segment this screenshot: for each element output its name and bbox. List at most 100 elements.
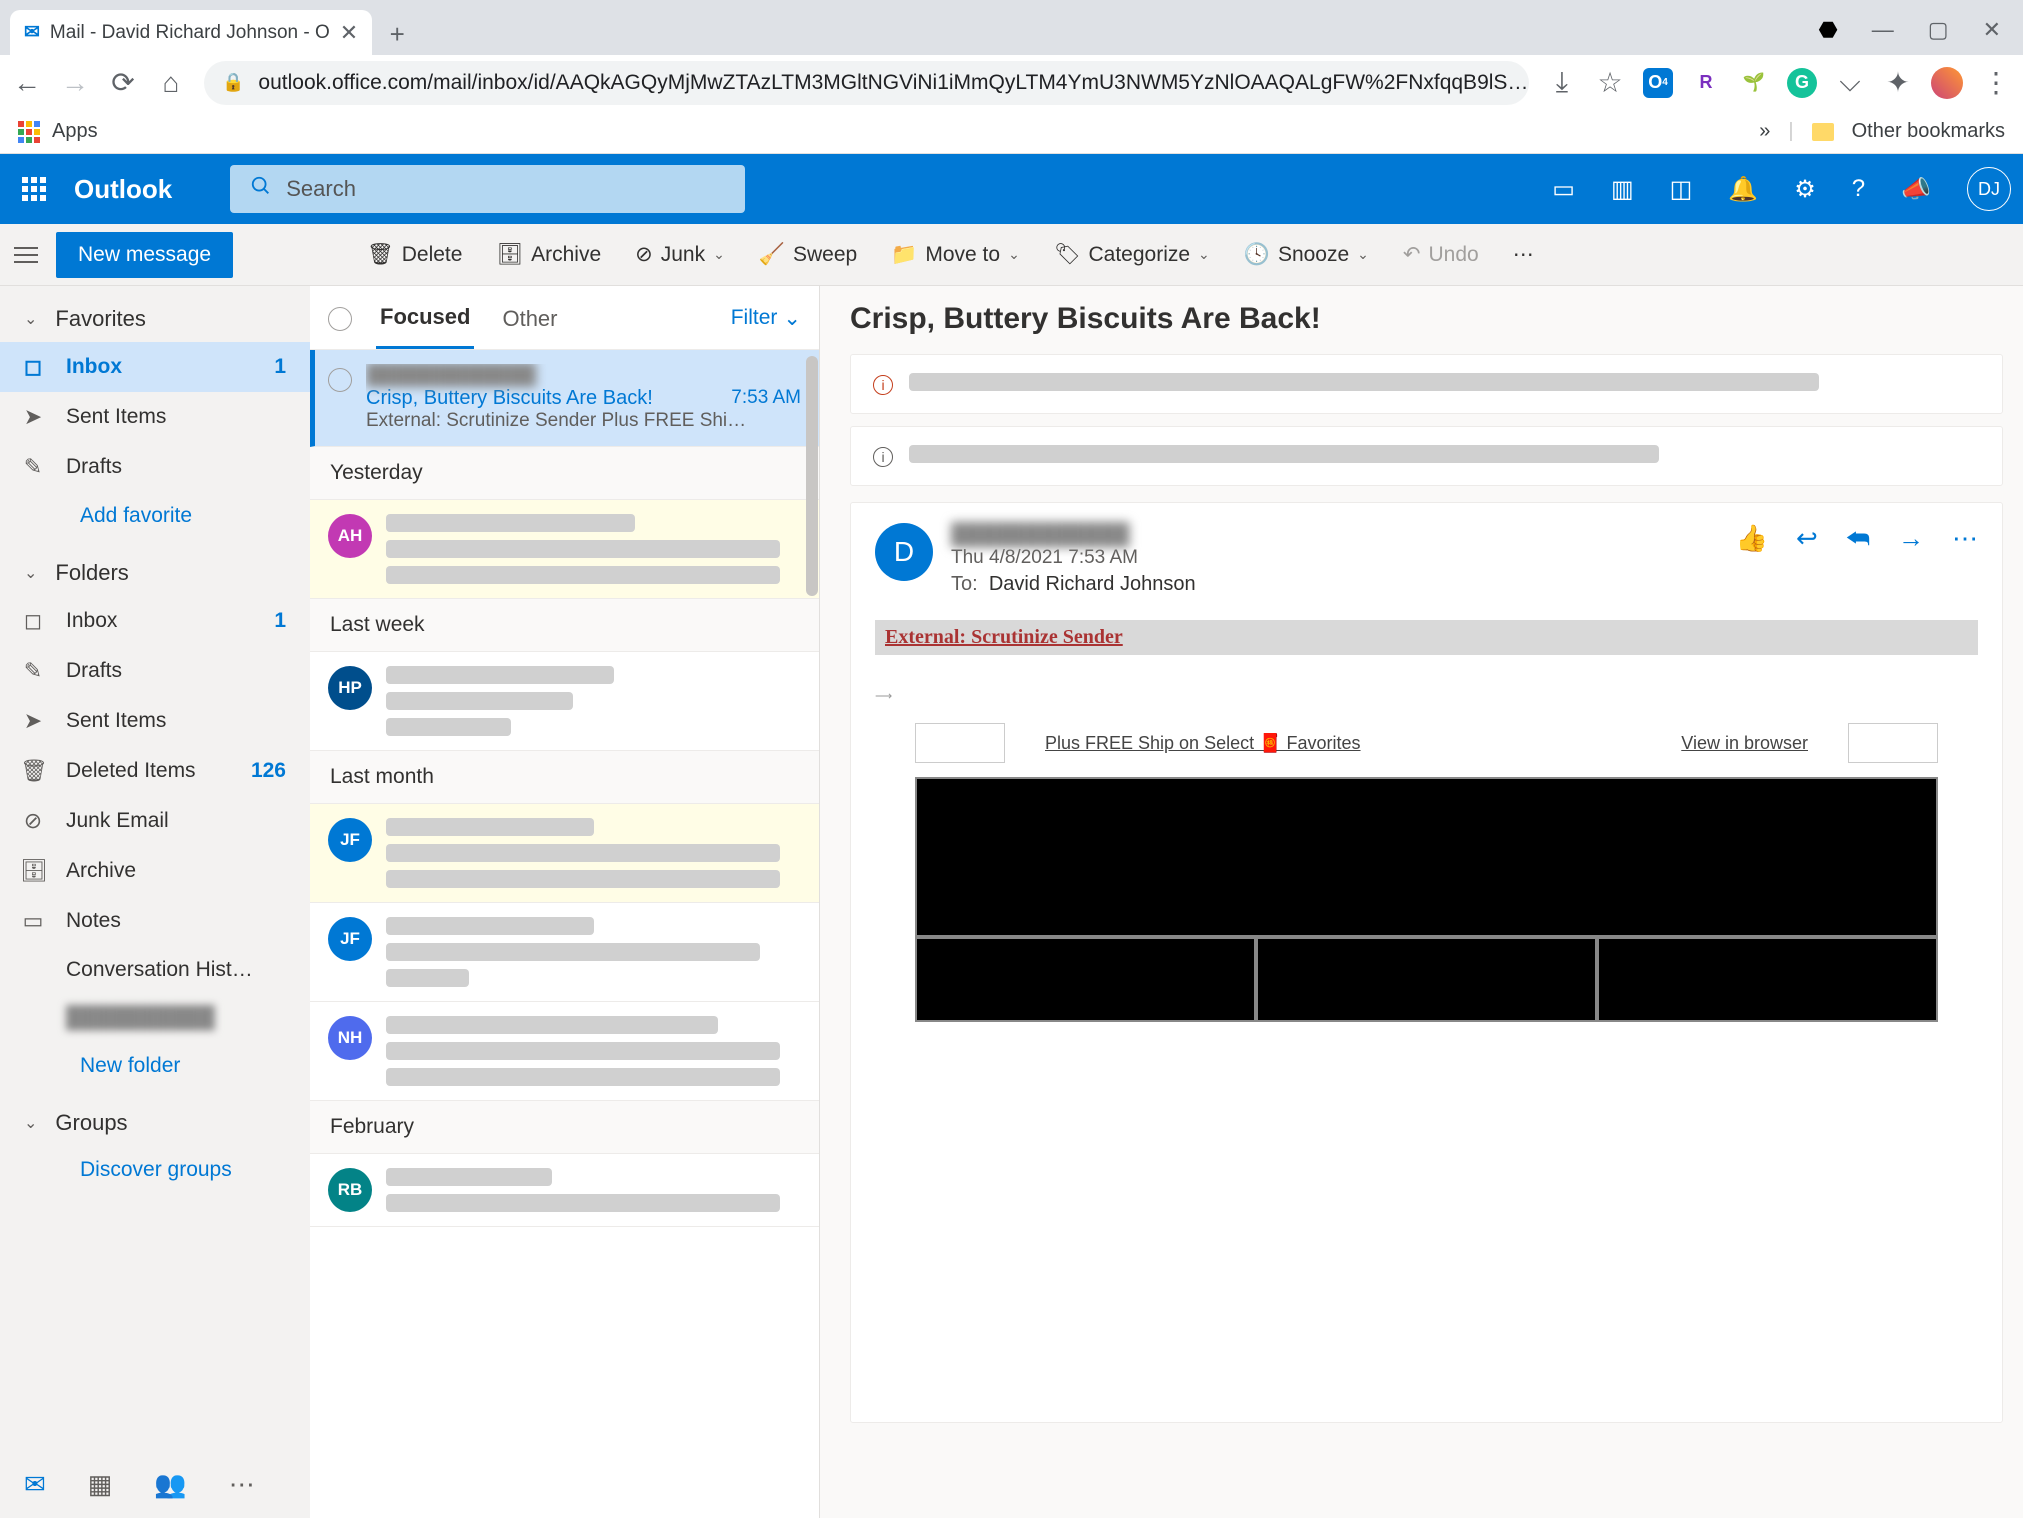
nav-conversation-history[interactable]: Conversation Hist… (0, 946, 310, 994)
new-folder-link[interactable]: New folder (0, 1042, 310, 1090)
junk-button[interactable]: ⊘Junk⌄ (627, 242, 733, 267)
preheader-link-1[interactable]: Plus FREE Ship on Select 🧧 Favorites (1045, 733, 1361, 754)
more-modules-icon[interactable]: ⋯ (229, 1469, 255, 1500)
browser-tab[interactable]: ✉ Mail - David Richard Johnson - O ✕ (10, 10, 372, 55)
message-item[interactable]: AH (310, 500, 819, 599)
ext-puzzle-icon[interactable]: ✦ (1883, 66, 1913, 99)
nav-inbox[interactable]: ◻Inbox1 (0, 342, 310, 392)
ext-grammarly-icon[interactable]: G (1787, 68, 1817, 98)
megaphone-icon[interactable]: 📣 (1901, 175, 1931, 204)
more-actions-button[interactable]: ⋯ (1505, 242, 1542, 267)
tab-focused[interactable]: Focused (376, 304, 474, 349)
trash-icon: 🗑 (20, 758, 46, 784)
reply-icon[interactable]: ↩ (1796, 523, 1818, 555)
message-item-selected[interactable]: ████████████ Crisp, Buttery Biscuits Are… (310, 350, 819, 447)
star-icon[interactable]: ☆ (1595, 66, 1625, 99)
folders-section[interactable]: ⌄Folders (0, 540, 310, 596)
select-all-check[interactable] (328, 307, 352, 331)
nav-deleted-folder[interactable]: 🗑Deleted Items126 (0, 746, 310, 796)
apps-label[interactable]: Apps (52, 120, 98, 143)
url-box[interactable]: 🔒 outlook.office.com/mail/inbox/id/AAQkA… (204, 61, 1529, 105)
nav-sent-folder[interactable]: ➤Sent Items (0, 696, 310, 746)
message-check[interactable] (328, 368, 352, 392)
snooze-button[interactable]: 🕓Snooze⌄ (1236, 243, 1377, 267)
inbox-icon: ◻ (20, 354, 46, 380)
nav-drafts[interactable]: ✎Drafts (0, 442, 310, 492)
app-launcher-icon[interactable] (12, 167, 56, 211)
reply-all-icon[interactable]: ⮪ (1846, 523, 1870, 555)
avatar-icon: JF (328, 818, 372, 862)
pencil-icon: ✎ (20, 658, 46, 684)
teams-meet-icon[interactable]: ▥ (1611, 175, 1634, 204)
favorites-section[interactable]: ⌄Favorites (0, 286, 310, 342)
categorize-button[interactable]: 🏷Categorize⌄ (1046, 243, 1218, 267)
brand[interactable]: Outlook (74, 174, 172, 205)
maximize-icon[interactable]: ▢ (1928, 17, 1949, 43)
reload-icon[interactable]: ⟳ (108, 66, 138, 99)
my-day-icon[interactable]: ◫ (1670, 175, 1693, 204)
move-button[interactable]: 📁Move to⌄ (883, 243, 1028, 267)
more-icon[interactable]: ⋯ (1952, 523, 1978, 555)
undo-button: ↶Undo (1395, 242, 1487, 267)
message-item[interactable]: RB (310, 1154, 819, 1227)
kebab-menu-icon[interactable]: ⋮ (1981, 66, 2011, 99)
nav-notes-folder[interactable]: ▭Notes (0, 896, 310, 946)
archive-button[interactable]: 🗄Archive (488, 243, 609, 267)
ext-tree-icon[interactable]: 🌱 (1739, 68, 1769, 98)
sweep-button[interactable]: 🧹Sweep (751, 243, 865, 267)
like-icon[interactable]: 👍 (1736, 523, 1768, 555)
message-subject: Crisp, Buttery Biscuits Are Back! (366, 387, 653, 410)
search-icon (250, 175, 272, 203)
ext-r-icon[interactable]: R (1691, 68, 1721, 98)
scroll-thumb[interactable] (806, 356, 818, 596)
tab-other[interactable]: Other (498, 306, 561, 348)
back-icon[interactable]: ← (12, 67, 42, 99)
discover-groups-link[interactable]: Discover groups (0, 1146, 310, 1194)
hero-image-block (915, 777, 1938, 937)
message-preview: External: Scrutinize Sender Plus FREE Sh… (366, 410, 801, 432)
chevron-down-icon: ⌄ (1198, 246, 1210, 263)
mail-module-icon[interactable]: ✉ (24, 1469, 46, 1500)
gear-icon[interactable]: ⚙ (1794, 175, 1816, 204)
account-avatar[interactable]: DJ (1967, 167, 2011, 211)
nav-toggle-icon[interactable] (14, 247, 38, 263)
scrollbar[interactable] (804, 356, 819, 1518)
bookmarks-overflow-icon[interactable]: » (1759, 120, 1770, 143)
people-module-icon[interactable]: 👥 (154, 1469, 186, 1500)
new-message-button[interactable]: New message (56, 232, 233, 278)
close-window-icon[interactable]: ✕ (1983, 17, 2001, 43)
new-tab-button[interactable]: + (376, 13, 418, 55)
message-item[interactable]: JF (310, 903, 819, 1002)
nav-junk-folder[interactable]: ⊘Junk Email (0, 796, 310, 846)
other-bookmarks[interactable]: Other bookmarks (1852, 120, 2005, 143)
nav-redacted-folder[interactable]: ██████████ (0, 994, 310, 1042)
bell-icon[interactable]: 🔔 (1728, 175, 1758, 204)
profile-avatar[interactable] (1931, 67, 1963, 99)
view-in-browser-link[interactable]: View in browser (1681, 733, 1808, 754)
message-item[interactable]: NH (310, 1002, 819, 1101)
nav-sent[interactable]: ➤Sent Items (0, 392, 310, 442)
minimize-icon[interactable]: — (1872, 17, 1894, 43)
filter-dropdown[interactable]: Filter⌄ (731, 306, 801, 347)
nav-archive-folder[interactable]: 🗄Archive (0, 846, 310, 896)
tab-close-icon[interactable]: ✕ (340, 20, 358, 46)
delete-button[interactable]: 🗑Delete (359, 243, 470, 267)
nav-inbox-folder[interactable]: ◻Inbox1 (0, 596, 310, 646)
calendar-module-icon[interactable]: ▦ (88, 1469, 113, 1500)
search-input[interactable] (286, 176, 725, 202)
search-box[interactable] (230, 165, 745, 213)
ext-office-icon[interactable]: O4 (1643, 68, 1673, 98)
help-icon[interactable]: ? (1852, 175, 1865, 203)
teams-chat-icon[interactable]: ▭ (1552, 175, 1575, 204)
add-favorite-link[interactable]: Add favorite (0, 492, 310, 540)
apps-grid-icon[interactable] (18, 121, 40, 143)
ext-pocket-icon[interactable]: ⌵ (1835, 66, 1865, 99)
install-icon[interactable]: ⤓ (1547, 66, 1577, 99)
home-icon[interactable]: ⌂ (156, 67, 186, 99)
message-item[interactable]: JF (310, 804, 819, 903)
nav-drafts-folder[interactable]: ✎Drafts (0, 646, 310, 696)
chevron-down-icon: ⌄ (713, 246, 725, 263)
forward-icon[interactable]: → (1898, 523, 1924, 555)
message-item[interactable]: HP (310, 652, 819, 751)
groups-section[interactable]: ⌄Groups (0, 1090, 310, 1146)
